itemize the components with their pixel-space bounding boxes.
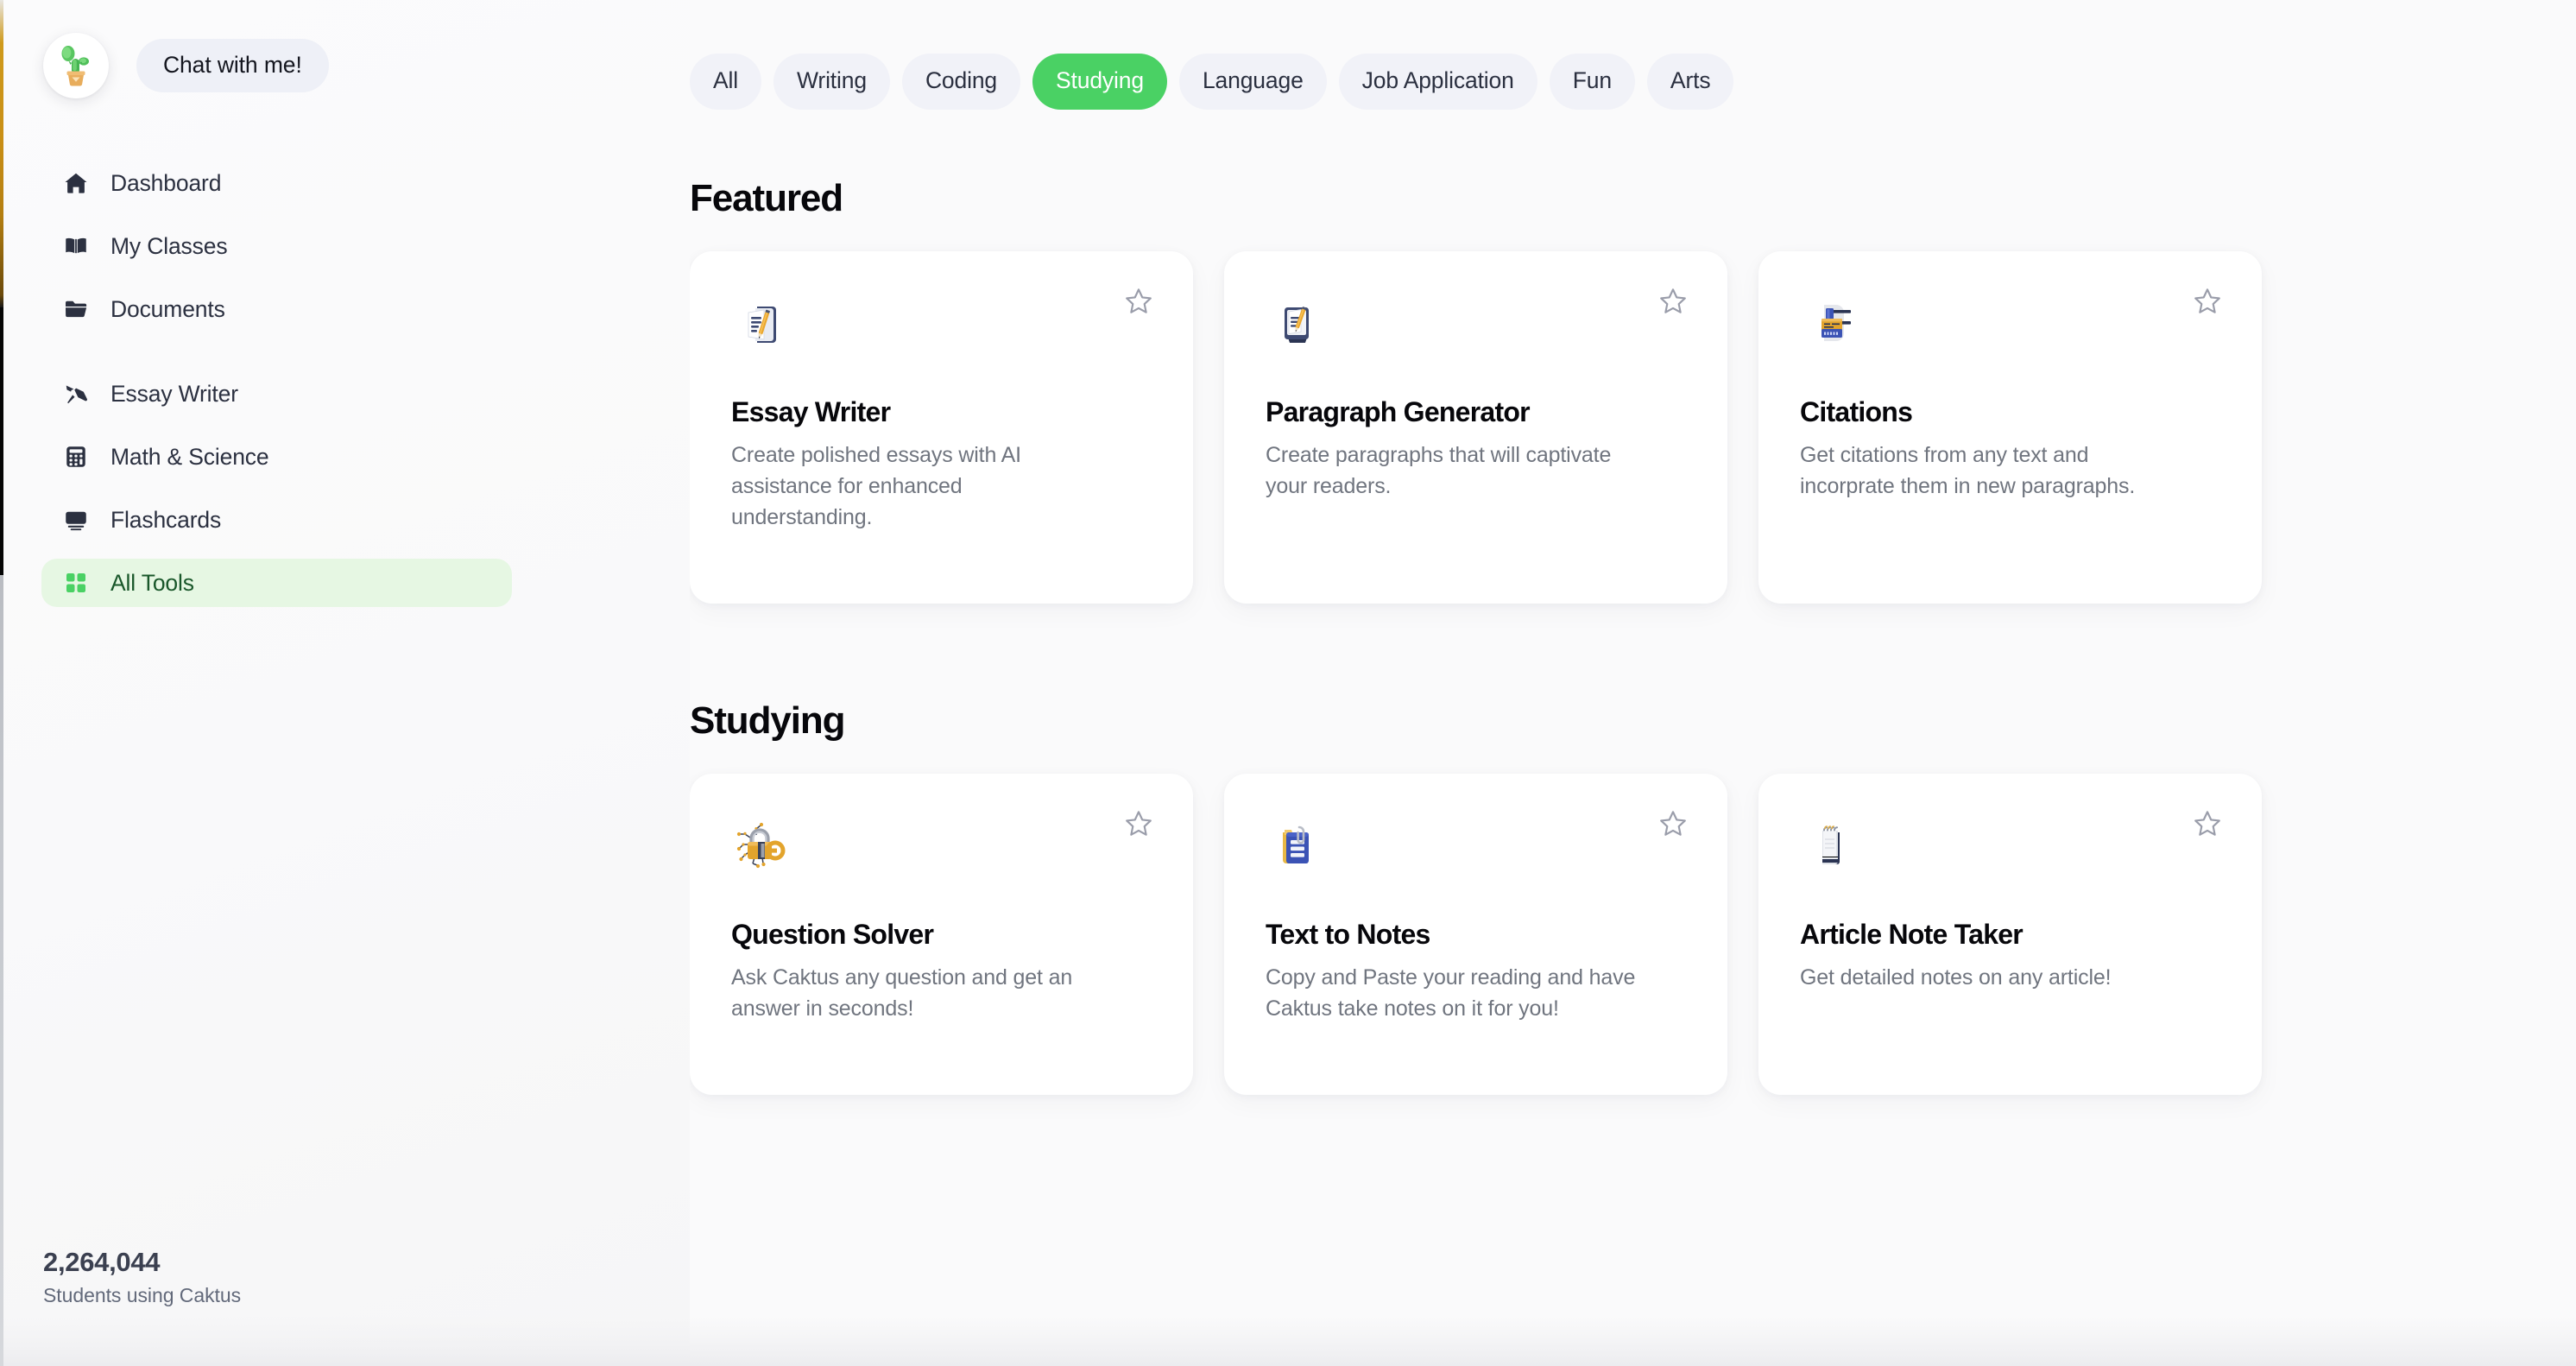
sidebar-nav-group-primary: Dashboard My Classes Documents — [41, 159, 690, 333]
sidebar-item-essay-writer[interactable]: Essay Writer — [41, 370, 512, 418]
sidebar-item-label: My Classes — [110, 232, 228, 259]
students-count-label: Students using Caktus — [43, 1284, 242, 1306]
sidebar-nav: Dashboard My Classes Documents Essay Wri… — [41, 159, 690, 607]
tool-card-citations[interactable]: Citations Get citations from any text an… — [1758, 250, 2262, 604]
tool-card-description: Get citations from any text and incorpra… — [1800, 443, 2136, 499]
sidebar: Chat with me! Dashboard My Classes Docum… — [3, 0, 690, 1366]
tool-card-title: Text to Notes — [1266, 918, 1430, 950]
sidebar-item-flashcards[interactable]: Flashcards — [41, 496, 512, 544]
featured-card-grid: Essay Writer Create polished essays with… — [690, 250, 2576, 604]
book-open-icon — [63, 233, 89, 259]
tool-card-title: Paragraph Generator — [1266, 395, 1531, 427]
sidebar-item-label: Documents — [110, 295, 225, 322]
spiral-notepad-icon — [1800, 815, 1862, 877]
sidebar-item-all-tools[interactable]: All Tools — [41, 559, 512, 607]
sidebar-item-dashboard[interactable]: Dashboard — [41, 159, 512, 207]
star-outline-icon[interactable] — [2188, 804, 2227, 844]
grid-squares-icon — [63, 570, 89, 596]
sidebar-item-label: Flashcards — [110, 506, 222, 533]
tool-card-description: Create polished essays with AI assistanc… — [731, 443, 1021, 530]
tool-card-text-to-notes[interactable]: Text to Notes Copy and Paste your readin… — [1224, 773, 1727, 1095]
sidebar-item-label: Essay Writer — [110, 380, 238, 407]
tab-studying[interactable]: Studying — [1032, 54, 1167, 110]
window-edge-sliver — [0, 0, 3, 1366]
tool-card-essay-writer[interactable]: Essay Writer Create polished essays with… — [690, 250, 1193, 604]
sidebar-item-my-classes[interactable]: My Classes — [41, 222, 512, 270]
tab-fun[interactable]: Fun — [1549, 54, 1635, 110]
star-outline-icon[interactable] — [1653, 804, 1693, 844]
section-title-studying: Studying — [690, 699, 846, 742]
calculator-icon — [63, 444, 89, 470]
flashcards-icon — [63, 507, 89, 533]
sidebar-item-label: Dashboard — [110, 169, 222, 196]
notes-clip-icon — [1266, 815, 1328, 877]
citation-books-icon — [1800, 293, 1862, 355]
section-title-featured: Featured — [690, 176, 843, 219]
tool-card-title: Article Note Taker — [1800, 918, 2024, 950]
star-outline-icon[interactable] — [1119, 281, 1159, 321]
app-shell: Chat with me! Dashboard My Classes Docum… — [3, 0, 2576, 1366]
sidebar-item-math-science[interactable]: Math & Science — [41, 433, 512, 481]
star-outline-icon[interactable] — [2188, 281, 2227, 321]
tool-card-title: Question Solver — [731, 918, 934, 950]
sidebar-item-documents[interactable]: Documents — [41, 285, 512, 333]
chat-with-me-button[interactable]: Chat with me! — [136, 38, 329, 93]
category-filter-tabs: All Writing Coding Studying Language Job… — [690, 0, 2576, 110]
tool-card-article-note-taker[interactable]: Article Note Taker Get detailed notes on… — [1758, 773, 2262, 1095]
edge-sliver-gray-segment — [0, 575, 3, 1366]
sidebar-item-label: Math & Science — [110, 443, 269, 470]
tool-card-description: Ask Caktus any question and get an answe… — [731, 965, 1073, 1021]
star-outline-icon[interactable] — [1119, 804, 1159, 844]
home-icon — [63, 170, 89, 196]
students-count-value: 2,264,044 — [43, 1246, 161, 1277]
students-count-stat: 2,264,044 Students using Caktus — [43, 1246, 241, 1307]
sidebar-item-label: All Tools — [110, 569, 194, 596]
edge-sliver-orange-segment — [0, 0, 3, 307]
document-pencil-icon — [731, 293, 793, 355]
tab-language[interactable]: Language — [1178, 54, 1327, 110]
tab-job-application[interactable]: Job Application — [1338, 54, 1537, 110]
padlock-key-icon — [731, 815, 793, 877]
tab-all[interactable]: All — [690, 54, 762, 110]
studying-card-grid: Question Solver Ask Caktus any question … — [690, 773, 2576, 1095]
star-outline-icon[interactable] — [1653, 281, 1693, 321]
tool-card-description: Get detailed notes on any article! — [1800, 965, 2112, 990]
tool-card-title: Citations — [1800, 395, 1913, 427]
cactus-plant-icon[interactable] — [43, 33, 109, 98]
tab-arts[interactable]: Arts — [1646, 54, 1734, 110]
tab-coding[interactable]: Coding — [901, 54, 1021, 110]
brand-row: Chat with me! — [41, 0, 690, 98]
tool-card-description: Create paragraphs that will captivate yo… — [1266, 443, 1612, 499]
pen-nib-icon — [63, 381, 89, 407]
tool-card-paragraph-generator[interactable]: Paragraph Generator Create paragraphs th… — [1224, 250, 1727, 604]
tool-card-description: Copy and Paste your reading and have Cak… — [1266, 965, 1636, 1021]
tool-card-title: Essay Writer — [731, 395, 891, 427]
edge-sliver-black-segment — [0, 307, 3, 575]
monitor-pencil-icon — [1266, 293, 1328, 355]
folder-icon — [63, 296, 89, 322]
main-content: All Writing Coding Studying Language Job… — [690, 0, 2576, 1366]
tab-writing[interactable]: Writing — [773, 54, 890, 110]
sidebar-nav-group-tools: Essay Writer Math & Science Flashcards A… — [41, 370, 690, 607]
tool-card-question-solver[interactable]: Question Solver Ask Caktus any question … — [690, 773, 1193, 1095]
